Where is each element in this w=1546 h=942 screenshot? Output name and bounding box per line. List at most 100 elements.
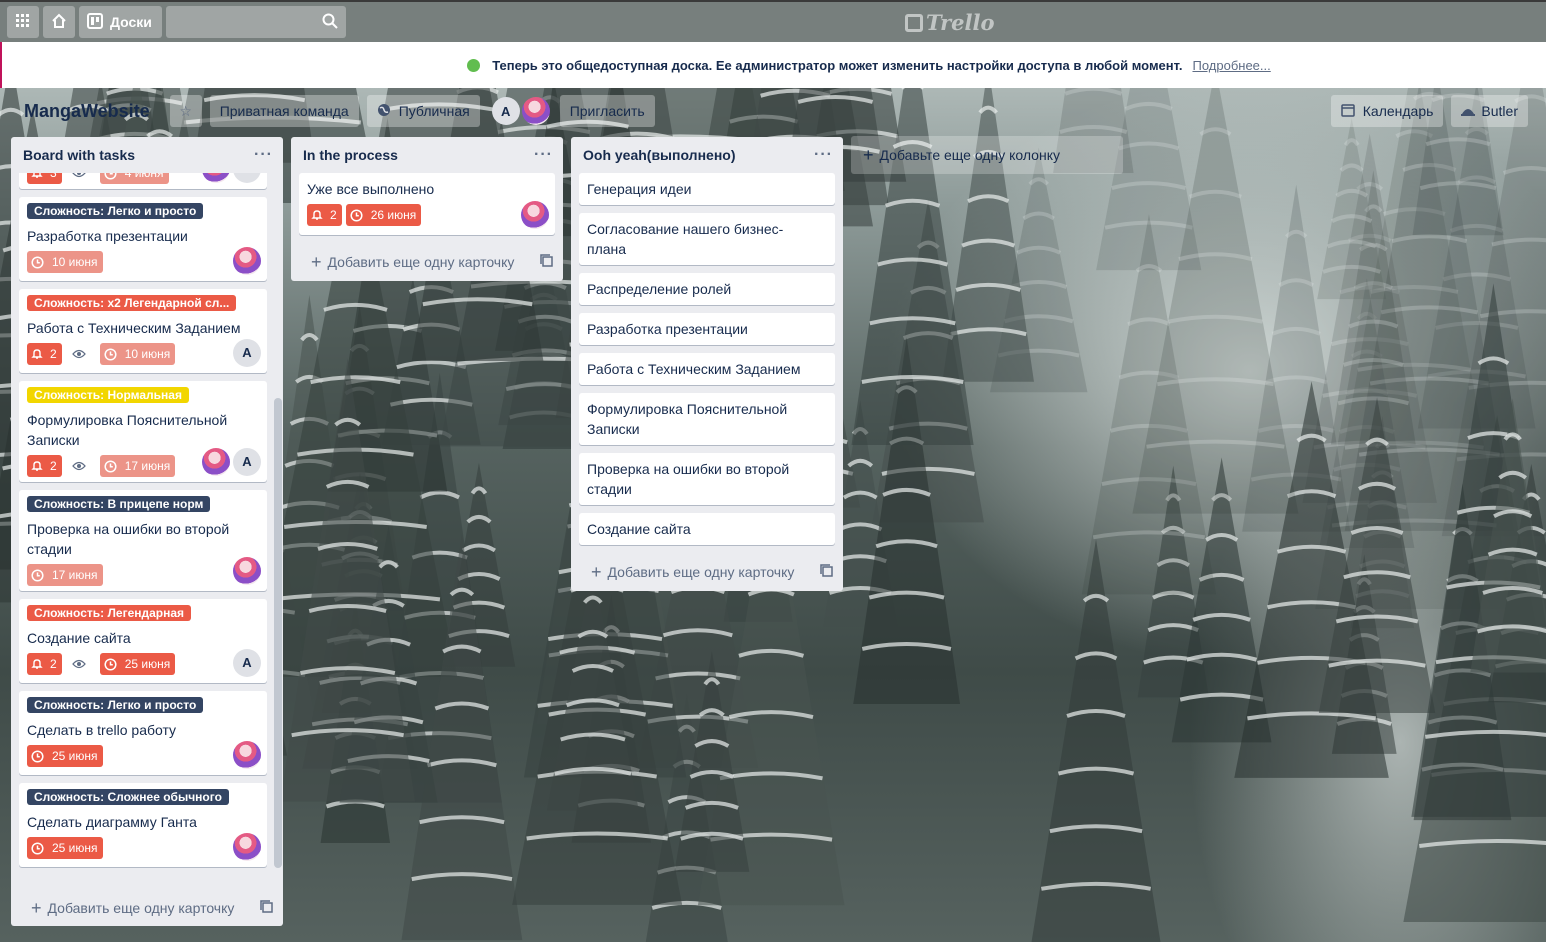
card-label[interactable]: Сложность: В прицепе норм [27, 496, 211, 512]
card[interactable]: Разработка презентации [579, 313, 835, 345]
card-template-icon[interactable] [820, 564, 833, 580]
list-in-the-process: In the process ··· Уже все выполнено 2 26 … [291, 137, 563, 281]
due-date-badge[interactable]: 26 июня [345, 204, 422, 226]
card[interactable]: Проверка на ошибки во второй стадии [579, 453, 835, 505]
due-date-badge[interactable]: 25 июня [99, 653, 176, 675]
card[interactable]: Сложность: Нормальная Формулировка Поясни… [19, 381, 267, 482]
card-label[interactable]: Сложность: Сложнее обычного [27, 789, 229, 805]
card-members [230, 741, 261, 769]
search-input[interactable] [165, 6, 346, 38]
card-title: Сделать диаграмму Ганта [27, 814, 197, 830]
due-date-badge[interactable]: 10 июня [27, 251, 103, 273]
card[interactable]: Сложность: В прицепе норм Проверка на оши… [19, 490, 267, 591]
boards-button[interactable]: Доски [79, 6, 162, 38]
card-title: Согласование нашего бизнес-плана [587, 221, 784, 257]
notification-badge: 2 [27, 653, 62, 675]
card-member-avatar-image[interactable] [521, 201, 549, 229]
board-title[interactable]: MangaWebsite [24, 101, 150, 122]
card[interactable]: Согласование нашего бизнес-плана [579, 213, 835, 265]
list-title[interactable]: In the process [303, 147, 398, 163]
card[interactable]: Сложность: Сложнее обычного Сделать диагр… [19, 783, 267, 867]
due-date-badge[interactable]: 4 июня [99, 173, 169, 184]
card-members [518, 201, 549, 229]
list-menu-button[interactable]: ··· [534, 147, 553, 163]
list-menu-button[interactable]: ··· [254, 147, 273, 163]
notification-count: 2 [50, 459, 57, 473]
notification-badge: 2 [27, 343, 62, 365]
card-title: Работа с Техническим Заданием [587, 361, 801, 377]
list-cards-scroll: 3 4 июня A Сложность: Легко и просто Разрабо… [11, 173, 283, 889]
plus-icon: + [31, 897, 42, 918]
card-member-avatar[interactable]: A [233, 173, 261, 183]
team-button[interactable]: Приватная команда [209, 95, 359, 127]
add-card-button[interactable]: + Добавить еще одну карточку [291, 243, 563, 281]
notification-count: 2 [50, 657, 57, 671]
card-title: Создание сайта [587, 521, 691, 537]
invite-button[interactable]: Пригласить [559, 95, 655, 127]
card-badges: 2 25 июня [27, 652, 259, 676]
star-button[interactable]: ☆ [169, 95, 202, 127]
card-member-avatar-image[interactable] [233, 833, 261, 861]
list-header: Board with tasks ··· [11, 137, 283, 173]
card-template-icon[interactable] [540, 254, 553, 270]
calendar-button[interactable]: Календарь [1330, 95, 1444, 127]
trello-logo[interactable]: Trello [905, 10, 995, 35]
card-template-icon[interactable] [260, 900, 273, 916]
member-avatar-image[interactable] [521, 97, 550, 125]
card-member-avatar-image[interactable] [202, 173, 230, 183]
list-scrollbar[interactable] [274, 398, 282, 868]
card-title: Проверка на ошибки во второй стадии [587, 461, 790, 497]
calendar-icon [1341, 103, 1355, 120]
card[interactable]: Формулировка Пояснительной Записки [579, 393, 835, 445]
due-date-badge[interactable]: 10 июня [99, 343, 176, 365]
due-date-badge[interactable]: 25 июня [27, 837, 103, 859]
card[interactable]: Сложность: Легко и просто Разработка през… [19, 197, 267, 281]
card-label[interactable]: Сложность: Легко и просто [27, 697, 204, 713]
notification-count: 2 [330, 208, 337, 222]
card-member-avatar-image[interactable] [202, 448, 230, 476]
card-title: Генерация идеи [587, 181, 692, 197]
card-members [230, 833, 261, 861]
card-label[interactable]: Сложность: Легко и просто [27, 203, 204, 219]
card-member-avatar-image[interactable] [233, 247, 261, 275]
card[interactable]: Сложность: Легендарная Создание сайта 2 25 … [19, 599, 267, 683]
butler-button[interactable]: Butler [1451, 95, 1528, 127]
trello-logo-text: Trello [926, 10, 995, 35]
card-member-avatar[interactable]: A [233, 448, 261, 476]
add-card-button[interactable]: + Добавить еще одну карточку [571, 553, 843, 591]
plus-icon: + [311, 251, 322, 272]
card[interactable]: Создание сайта [579, 513, 835, 545]
card[interactable]: 3 4 июня A [19, 173, 267, 189]
learn-more-link[interactable]: Подробнее... [1192, 58, 1270, 73]
add-card-button[interactable]: + Добавить еще одну карточку [11, 889, 283, 927]
card[interactable]: Работа с Техническим Заданием [579, 353, 835, 385]
card-member-avatar-image[interactable] [233, 741, 261, 769]
card-label[interactable]: Сложность: Нормальная [27, 387, 189, 403]
list-title[interactable]: Board with tasks [23, 147, 135, 163]
card[interactable]: Распределение ролей [579, 273, 835, 305]
card-member-avatar[interactable]: A [233, 649, 261, 677]
visibility-button[interactable]: Публичная [366, 95, 480, 127]
list-cards: Уже все выполнено 2 26 июня [291, 173, 563, 235]
search-icon[interactable] [322, 13, 338, 32]
card-member-avatar[interactable]: A [233, 339, 261, 367]
card-label[interactable]: Сложность: Легендарная [27, 605, 192, 621]
due-date-badge[interactable]: 17 июня [99, 455, 176, 477]
card[interactable]: Сложность: x2 Легендарной сл... Работа с … [19, 289, 267, 373]
notification-count: 2 [50, 347, 57, 361]
due-date-badge[interactable]: 25 июня [27, 745, 103, 767]
bell-icon [31, 173, 47, 179]
member-avatar[interactable]: A [491, 97, 520, 125]
card[interactable]: Сложность: Легко и просто Сделать в trell… [19, 691, 267, 775]
card[interactable]: Генерация идеи [579, 173, 835, 205]
apps-button[interactable] [7, 6, 39, 38]
card[interactable]: Уже все выполнено 2 26 июня [299, 173, 555, 235]
list-title[interactable]: Ooh yeah(выполнено) [583, 147, 735, 163]
list-menu-button[interactable]: ··· [814, 147, 833, 163]
card-member-avatar-image[interactable] [233, 557, 261, 585]
card-label[interactable]: Сложность: x2 Легендарной сл... [27, 295, 237, 311]
due-date-badge[interactable]: 17 июня [27, 564, 103, 586]
home-button[interactable] [43, 6, 75, 38]
card-title: Работа с Техническим Заданием [27, 320, 241, 336]
add-list-button[interactable]: + Добавьте еще одну колонку [851, 136, 1123, 174]
